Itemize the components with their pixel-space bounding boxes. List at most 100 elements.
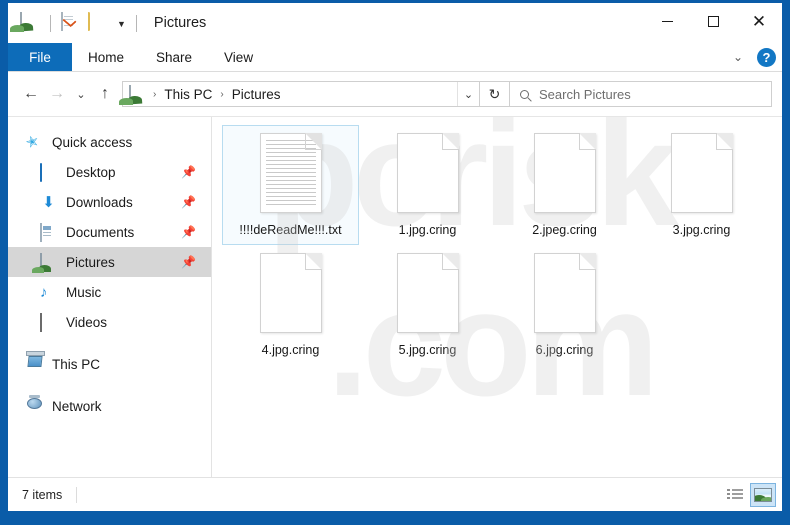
explorer-window: ▼ Pictures ✕ File Home Share View ⌄ ? ← … [8,3,782,511]
videos-icon [40,312,57,332]
refresh-icon[interactable]: ↻ [480,81,510,107]
file-list-view[interactable]: pcrisk .com !!!!deReadMe!!!.txt 1.jpg.cr… [212,117,782,477]
file-item[interactable]: 5.jpg.cring [359,245,496,365]
tab-file[interactable]: File [8,43,72,71]
main-area: ✭ Quick access Desktop 📌 ⬇ Downloads 📌 D… [8,116,782,477]
file-item[interactable]: 4.jpg.cring [222,245,359,365]
back-button[interactable]: ← [18,81,44,107]
file-label: 1.jpg.cring [398,223,457,237]
sidebar-label-quick-access: Quick access [52,134,133,150]
sidebar-item-network[interactable]: Network [8,391,211,421]
tab-share[interactable]: Share [140,43,208,71]
sidebar-item-documents[interactable]: Documents 📌 [8,217,211,247]
file-item[interactable]: 3.jpg.cring [633,125,770,245]
file-item[interactable]: !!!!deReadMe!!!.txt [222,125,359,245]
large-icons-view-button[interactable] [750,482,776,507]
music-icon: ♪ [40,283,48,301]
quick-access-toolbar: ▼ [8,3,140,43]
file-label: !!!!deReadMe!!!.txt [239,223,342,237]
close-button[interactable]: ✕ [736,3,782,39]
toolbar-divider [50,14,51,32]
window-title: Pictures [153,15,207,31]
minimize-button[interactable] [644,3,690,39]
pin-icon-documents[interactable]: 📌 [181,225,196,239]
blank-file-icon [396,133,459,213]
blank-file-icon [533,133,596,213]
up-button[interactable]: ↑ [92,81,118,107]
blank-file-icon [670,133,733,213]
tab-share-label: Share [156,49,193,65]
toolbar-divider-2 [135,14,137,32]
sidebar-label-this-pc: This PC [52,356,101,372]
file-item[interactable]: 2.jpeg.cring [496,125,633,245]
blank-file-icon [259,253,322,333]
pictures-icon [40,252,57,272]
downloads-icon: ⬇ [42,193,55,211]
desktop-icon [40,162,57,182]
search-icon [520,89,529,99]
recent-locations-button[interactable]: ⌄ [70,81,92,107]
sidebar-gap-1 [8,337,211,349]
search-input[interactable]: Search Pictures [539,87,631,102]
star-icon: ✭ [23,131,42,152]
tab-view-label: View [224,49,254,65]
sidebar-label-music: Music [66,284,102,300]
network-icon [26,398,43,415]
file-item[interactable]: 6.jpg.cring [496,245,633,365]
navigation-pane: ✭ Quick access Desktop 📌 ⬇ Downloads 📌 D… [8,117,212,477]
sidebar-label-videos: Videos [66,314,108,330]
item-count: 7 items [22,487,63,502]
breadcrumb-separator-1[interactable]: › [219,89,224,100]
sidebar-item-music[interactable]: ♪ Music [8,277,211,307]
breadcrumb-pictures[interactable]: Pictures [229,87,284,102]
tab-file-label: File [29,49,51,65]
picture-icon[interactable] [20,12,40,33]
details-view-button[interactable] [722,483,748,507]
file-label: 3.jpg.cring [672,223,731,237]
pin-icon-downloads[interactable]: 📌 [181,195,196,209]
sidebar-label-network: Network [52,398,102,414]
breadcrumb-separator-0[interactable]: › [152,89,157,100]
file-item[interactable]: 1.jpg.cring [359,125,496,245]
blank-file-icon [533,253,596,333]
breadcrumb-this-pc[interactable]: This PC [161,87,215,102]
sidebar-label-downloads: Downloads [66,194,133,210]
file-label: 2.jpeg.cring [532,223,597,237]
pin-icon-pictures[interactable]: 📌 [181,255,196,269]
sidebar-item-quick-access[interactable]: ✭ Quick access [8,127,211,157]
address-bar: ← → ⌄ ↑ › This PC › Pictures ⌄ ↻ Search … [8,72,782,116]
chevron-down-icon-ribbon[interactable]: ⌄ [729,50,747,64]
address-dropdown-icon[interactable]: ⌄ [457,82,479,106]
documents-icon [40,222,57,242]
tab-view[interactable]: View [208,43,269,71]
sidebar-gap-2 [8,379,211,391]
details-view-icon [727,488,743,501]
blank-file-icon [396,253,459,333]
sidebar-label-documents: Documents [66,224,135,240]
maximize-button[interactable] [690,3,736,39]
file-label: 5.jpg.cring [398,343,457,357]
text-file-icon [259,133,322,213]
sidebar-item-downloads[interactable]: ⬇ Downloads 📌 [8,187,211,217]
tab-home-label: Home [88,49,125,65]
sidebar-item-desktop[interactable]: Desktop 📌 [8,157,211,187]
this-pc-icon [26,356,43,373]
sidebar-item-pictures[interactable]: Pictures 📌 [8,247,211,277]
close-icon: ✕ [751,11,767,31]
file-label: 4.jpg.cring [261,343,320,357]
new-folder-icon[interactable] [88,12,108,33]
ribbon-right-controls: ⌄ ? [729,43,776,71]
tab-home[interactable]: Home [72,43,140,71]
help-icon[interactable]: ? [757,47,776,67]
chevron-down-icon[interactable]: ▼ [117,19,126,29]
pin-icon-desktop[interactable]: 📌 [181,165,196,179]
sidebar-item-videos[interactable]: Videos [8,307,211,337]
search-box[interactable]: Search Pictures [510,81,772,107]
sidebar-item-this-pc[interactable]: This PC [8,349,211,379]
title-bar: ▼ Pictures ✕ [8,3,782,43]
address-picture-icon [129,85,148,104]
address-field[interactable]: › This PC › Pictures ⌄ [122,81,480,107]
properties-icon[interactable] [61,12,81,33]
large-icons-view-icon [754,487,772,502]
forward-button[interactable]: → [44,81,70,107]
